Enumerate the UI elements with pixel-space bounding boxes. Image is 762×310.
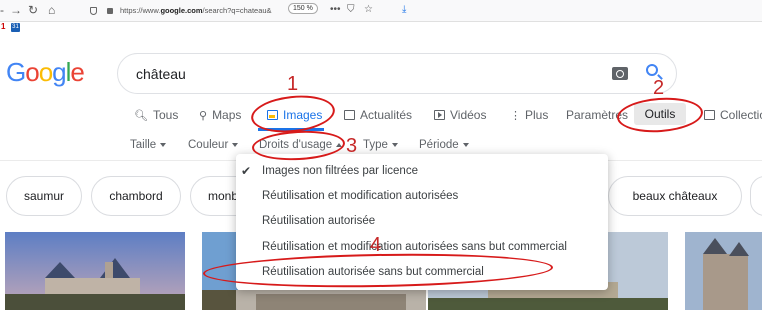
zoom-badge[interactable]: 150 %	[288, 3, 318, 14]
tab-maps[interactable]: ⚲ Maps	[199, 107, 241, 124]
pocket-icon[interactable]: ⛉	[347, 4, 355, 16]
chip-chambord[interactable]: chambord	[91, 176, 181, 216]
annotation-number-4: 4	[370, 234, 382, 256]
bookmark-number: 1	[1, 22, 6, 31]
tab-more[interactable]: ⋮ Plus	[510, 107, 548, 124]
annotation-number-3: 3	[346, 135, 358, 157]
collections-icon	[704, 110, 715, 120]
pin-icon: ⚲	[199, 110, 208, 122]
annotation-ellipse-tools	[615, 95, 705, 135]
collections-link[interactable]: Collections	[704, 107, 762, 123]
search-icon[interactable]	[646, 64, 658, 76]
shield-icon[interactable]	[90, 7, 97, 15]
tab-news[interactable]: Actualités	[344, 107, 412, 123]
menu-item-unfiltered[interactable]: ✔ Images non filtrées par licence	[236, 159, 608, 184]
lock-icon[interactable]	[107, 8, 113, 14]
tab-videos[interactable]: Vidéos	[434, 107, 486, 123]
caret-down-icon	[232, 142, 239, 147]
image-result[interactable]	[685, 232, 762, 310]
page: - → ↻ ⌂ https://www.google.com/search?q=…	[0, 0, 762, 310]
caret-down-icon	[391, 142, 398, 147]
camera-icon[interactable]	[612, 67, 628, 80]
play-icon	[434, 110, 445, 120]
search-icon: 🔍︎	[134, 110, 148, 122]
calendar-icon[interactable]: 31	[11, 23, 20, 32]
download-icon[interactable]: ⤓	[402, 4, 406, 16]
page-actions-icon[interactable]: •••	[330, 4, 341, 16]
image-result[interactable]	[236, 290, 426, 310]
search-input[interactable]	[136, 64, 556, 84]
browser-toolbar: - → ↻ ⌂ https://www.google.com/search?q=…	[0, 0, 762, 22]
news-icon	[344, 110, 355, 120]
bookmarks-bar: 1 31	[0, 22, 762, 34]
url-text: https://www.google.com/search?q=chateau&	[120, 6, 272, 15]
reload-icon[interactable]: ↻	[28, 3, 38, 17]
filter-type[interactable]: Type	[363, 138, 398, 152]
forward-history-icon[interactable]: -	[0, 3, 4, 17]
chip-beaux-chateaux[interactable]: beaux châteaux	[608, 176, 742, 216]
menu-item-reuse-modify[interactable]: Réutilisation et modification autorisées	[236, 184, 608, 209]
more-icon: ⋮	[510, 110, 521, 122]
image-result[interactable]	[5, 232, 185, 310]
annotation-number-1: 1	[287, 73, 299, 95]
google-logo[interactable]: Google	[6, 57, 85, 87]
check-icon: ✔	[241, 164, 252, 178]
annotation-number-2: 2	[653, 77, 665, 99]
caret-down-icon	[160, 142, 167, 147]
filter-color[interactable]: Couleur	[188, 138, 239, 152]
search-box	[117, 53, 677, 94]
chip-saumur[interactable]: saumur	[6, 176, 82, 216]
bookmark-star-icon[interactable]: ☆	[364, 4, 373, 16]
tab-all[interactable]: 🔍︎ Tous	[134, 107, 178, 124]
filter-size[interactable]: Taille	[130, 138, 167, 152]
home-icon[interactable]: ⌂	[48, 3, 55, 17]
chip-next[interactable]	[750, 176, 762, 216]
forward-icon[interactable]: →	[10, 3, 22, 17]
filter-period[interactable]: Période	[419, 138, 469, 152]
menu-item-reuse[interactable]: Réutilisation autorisée	[236, 209, 608, 234]
caret-down-icon	[462, 142, 469, 147]
